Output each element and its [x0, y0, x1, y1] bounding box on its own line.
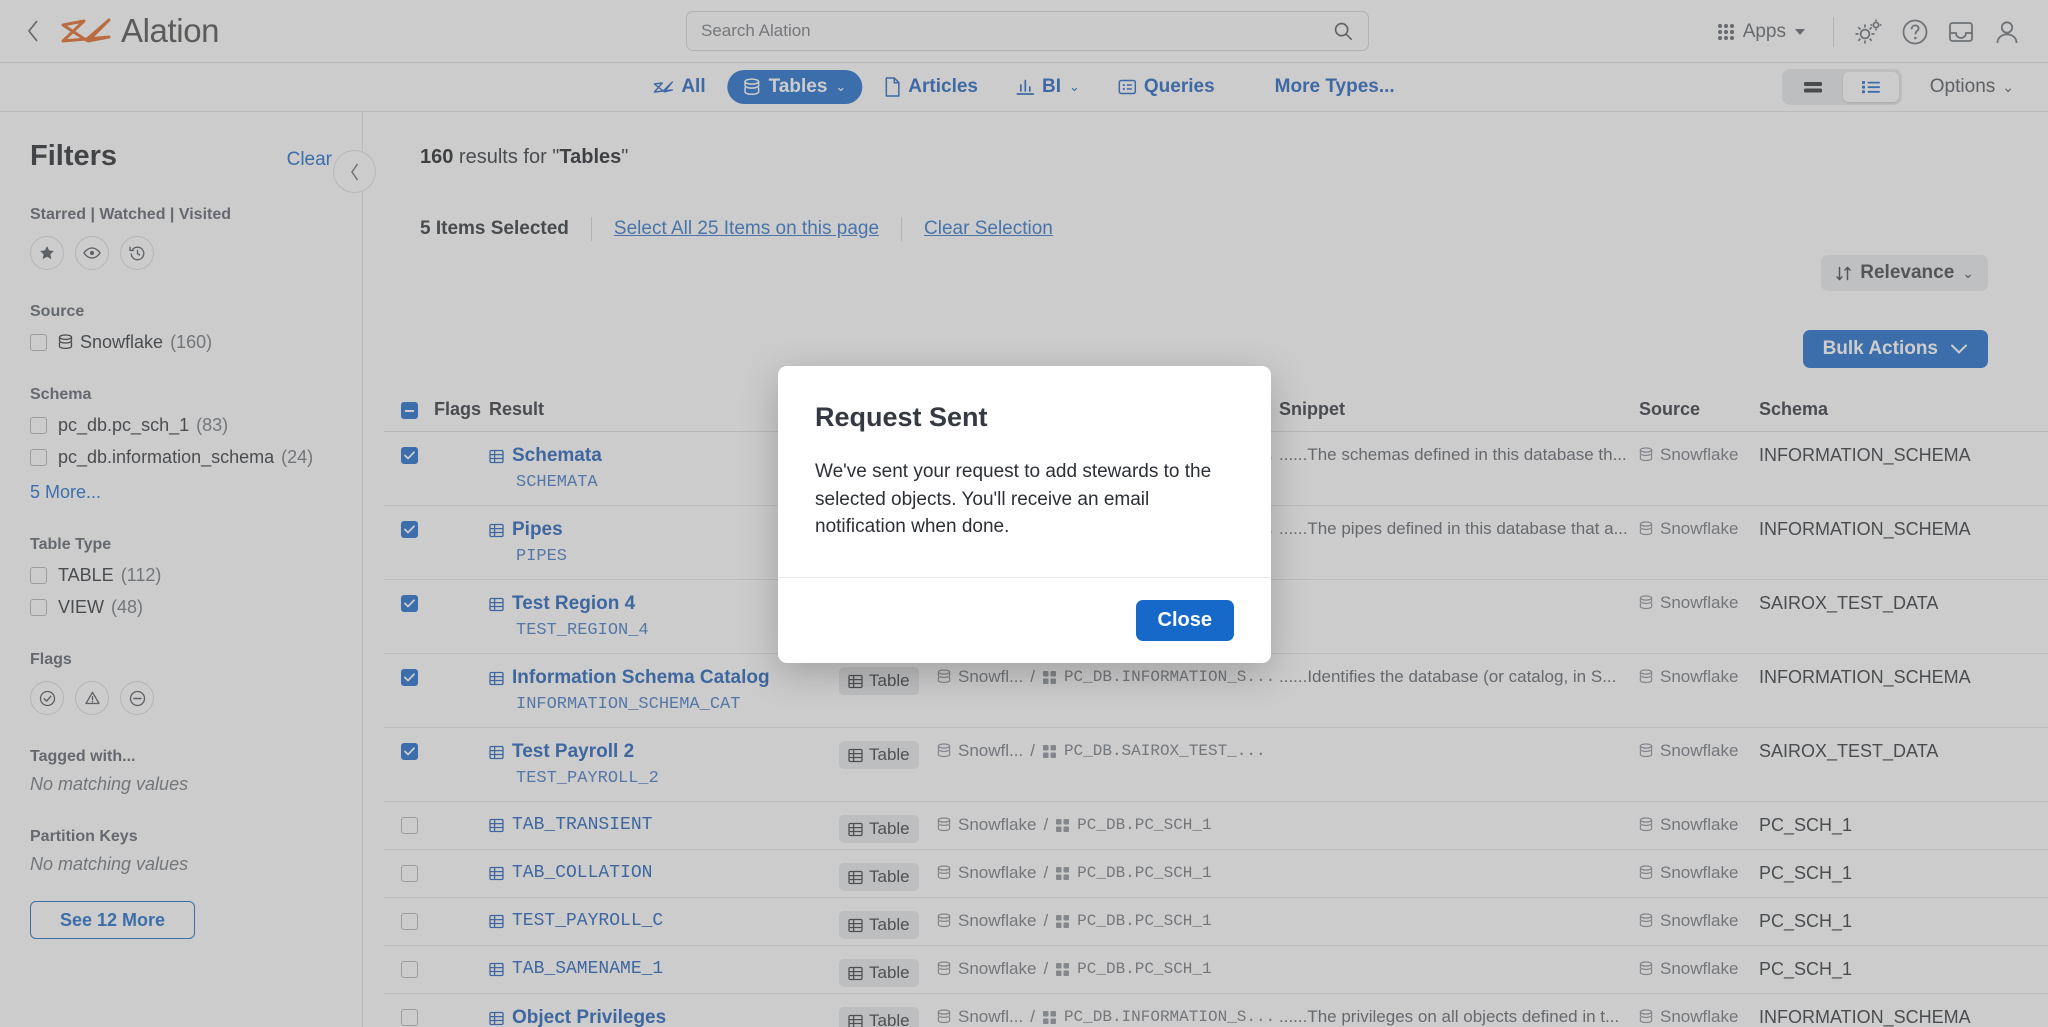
- close-button[interactable]: Close: [1135, 600, 1234, 641]
- dialog-title: Request Sent: [815, 402, 988, 432]
- request-sent-dialog: Request Sent We've sent your request to …: [778, 366, 1271, 663]
- dialog-body: Request Sent We've sent your request to …: [778, 366, 1271, 577]
- dialog-message: We've sent your request to add stewards …: [815, 461, 1212, 538]
- dialog-footer: Close: [778, 577, 1271, 663]
